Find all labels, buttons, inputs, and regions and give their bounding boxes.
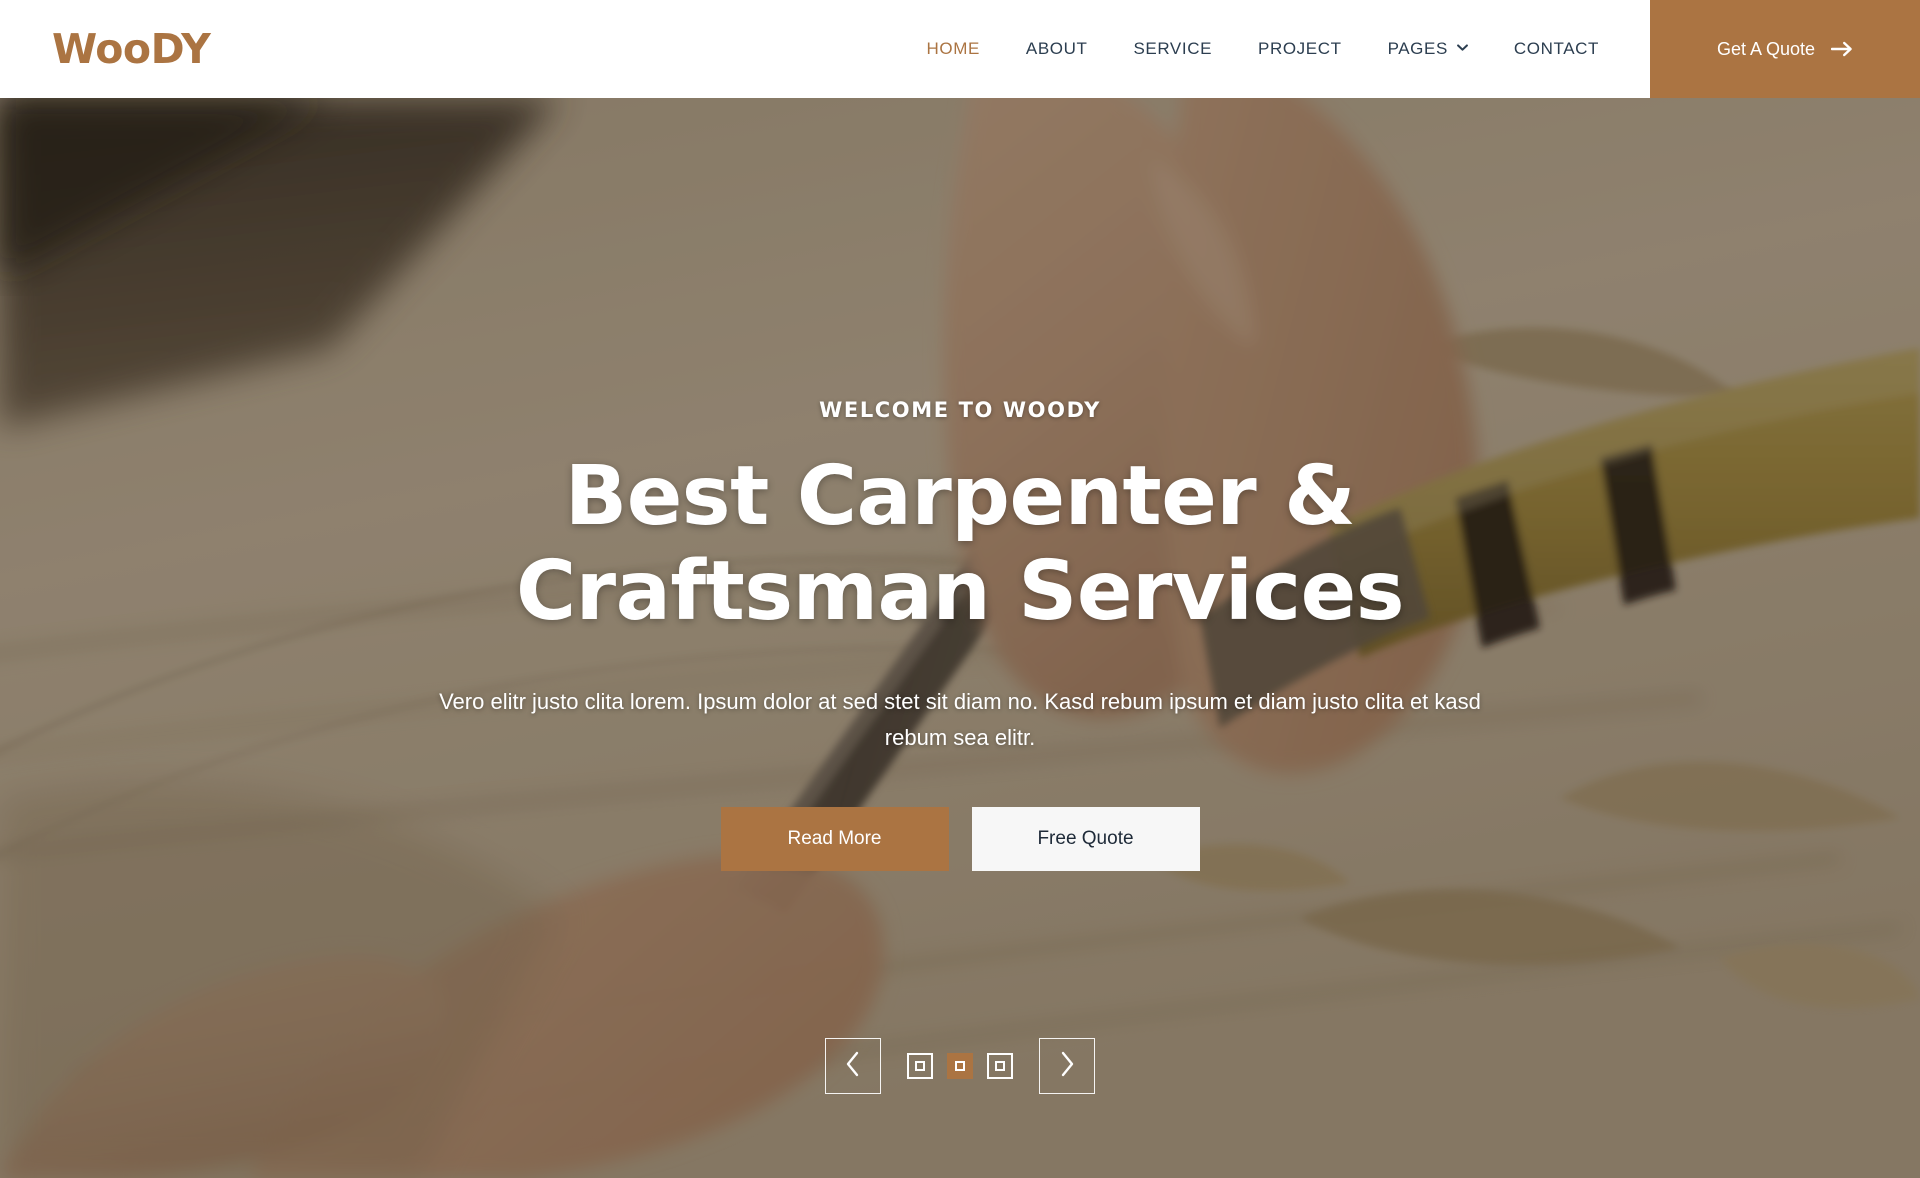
chevron-down-icon xyxy=(1456,42,1468,53)
get-a-quote-label: Get A Quote xyxy=(1716,38,1816,59)
nav-label-home: HOME xyxy=(926,39,980,58)
nav-label-service: SERVICE xyxy=(1133,39,1213,58)
hero-title: Best Carpenter & Craftsman Services xyxy=(515,449,1405,640)
nav-item-pages[interactable]: PAGES xyxy=(1365,0,1491,98)
site-header: WooDY HOME ABOUT SERVICE PROJECT PAGES C… xyxy=(0,0,1920,98)
indicator-inner-square xyxy=(915,1061,925,1071)
nav-item-about[interactable]: ABOUT xyxy=(1003,0,1111,98)
get-a-quote-button[interactable]: Get A Quote xyxy=(1650,0,1920,98)
nav-label-about: ABOUT xyxy=(1025,39,1088,58)
nav-label-project: PROJECT xyxy=(1258,39,1342,58)
read-more-button[interactable]: Read More xyxy=(720,807,949,872)
hero-content: WELCOME TO WOODY Best Carpenter & Crafts… xyxy=(0,98,1920,1178)
carousel-indicator-2[interactable] xyxy=(947,1053,973,1079)
nav-label-pages: PAGES xyxy=(1387,39,1448,58)
nav-item-project[interactable]: PROJECT xyxy=(1235,0,1365,98)
carousel-next-button[interactable] xyxy=(1039,1038,1095,1094)
header-spacer xyxy=(210,0,903,98)
hero-subtitle: Vero elitr justo clita lorem. Ipsum dolo… xyxy=(439,689,1481,750)
logo-text: WooDY xyxy=(52,24,211,73)
indicator-inner-square xyxy=(955,1061,965,1071)
nav-item-contact[interactable]: CONTACT xyxy=(1491,0,1622,98)
indicator-inner-square xyxy=(995,1061,1005,1071)
hero-button-group: Read More Free Quote xyxy=(720,807,1200,872)
carousel-prev-button[interactable] xyxy=(825,1038,881,1094)
chevron-right-icon xyxy=(1058,1050,1076,1083)
carousel-indicators xyxy=(907,1053,1013,1079)
carousel-indicator-3[interactable] xyxy=(987,1053,1013,1079)
chevron-left-icon xyxy=(844,1050,862,1083)
hero-eyebrow: WELCOME TO WOODY xyxy=(819,398,1101,422)
carousel-controls xyxy=(0,1038,1920,1094)
main-navigation: HOME ABOUT SERVICE PROJECT PAGES CONTACT xyxy=(904,0,1622,98)
carousel-indicator-1[interactable] xyxy=(907,1053,933,1079)
hero-carousel: WELCOME TO WOODY Best Carpenter & Crafts… xyxy=(0,98,1920,1178)
nav-item-home[interactable]: HOME xyxy=(904,0,1003,98)
nav-item-service[interactable]: SERVICE xyxy=(1110,0,1235,98)
arrow-right-icon xyxy=(1831,41,1853,57)
nav-label-contact: CONTACT xyxy=(1513,39,1599,58)
logo-link[interactable]: WooDY xyxy=(0,0,211,98)
free-quote-button[interactable]: Free Quote xyxy=(971,807,1200,872)
